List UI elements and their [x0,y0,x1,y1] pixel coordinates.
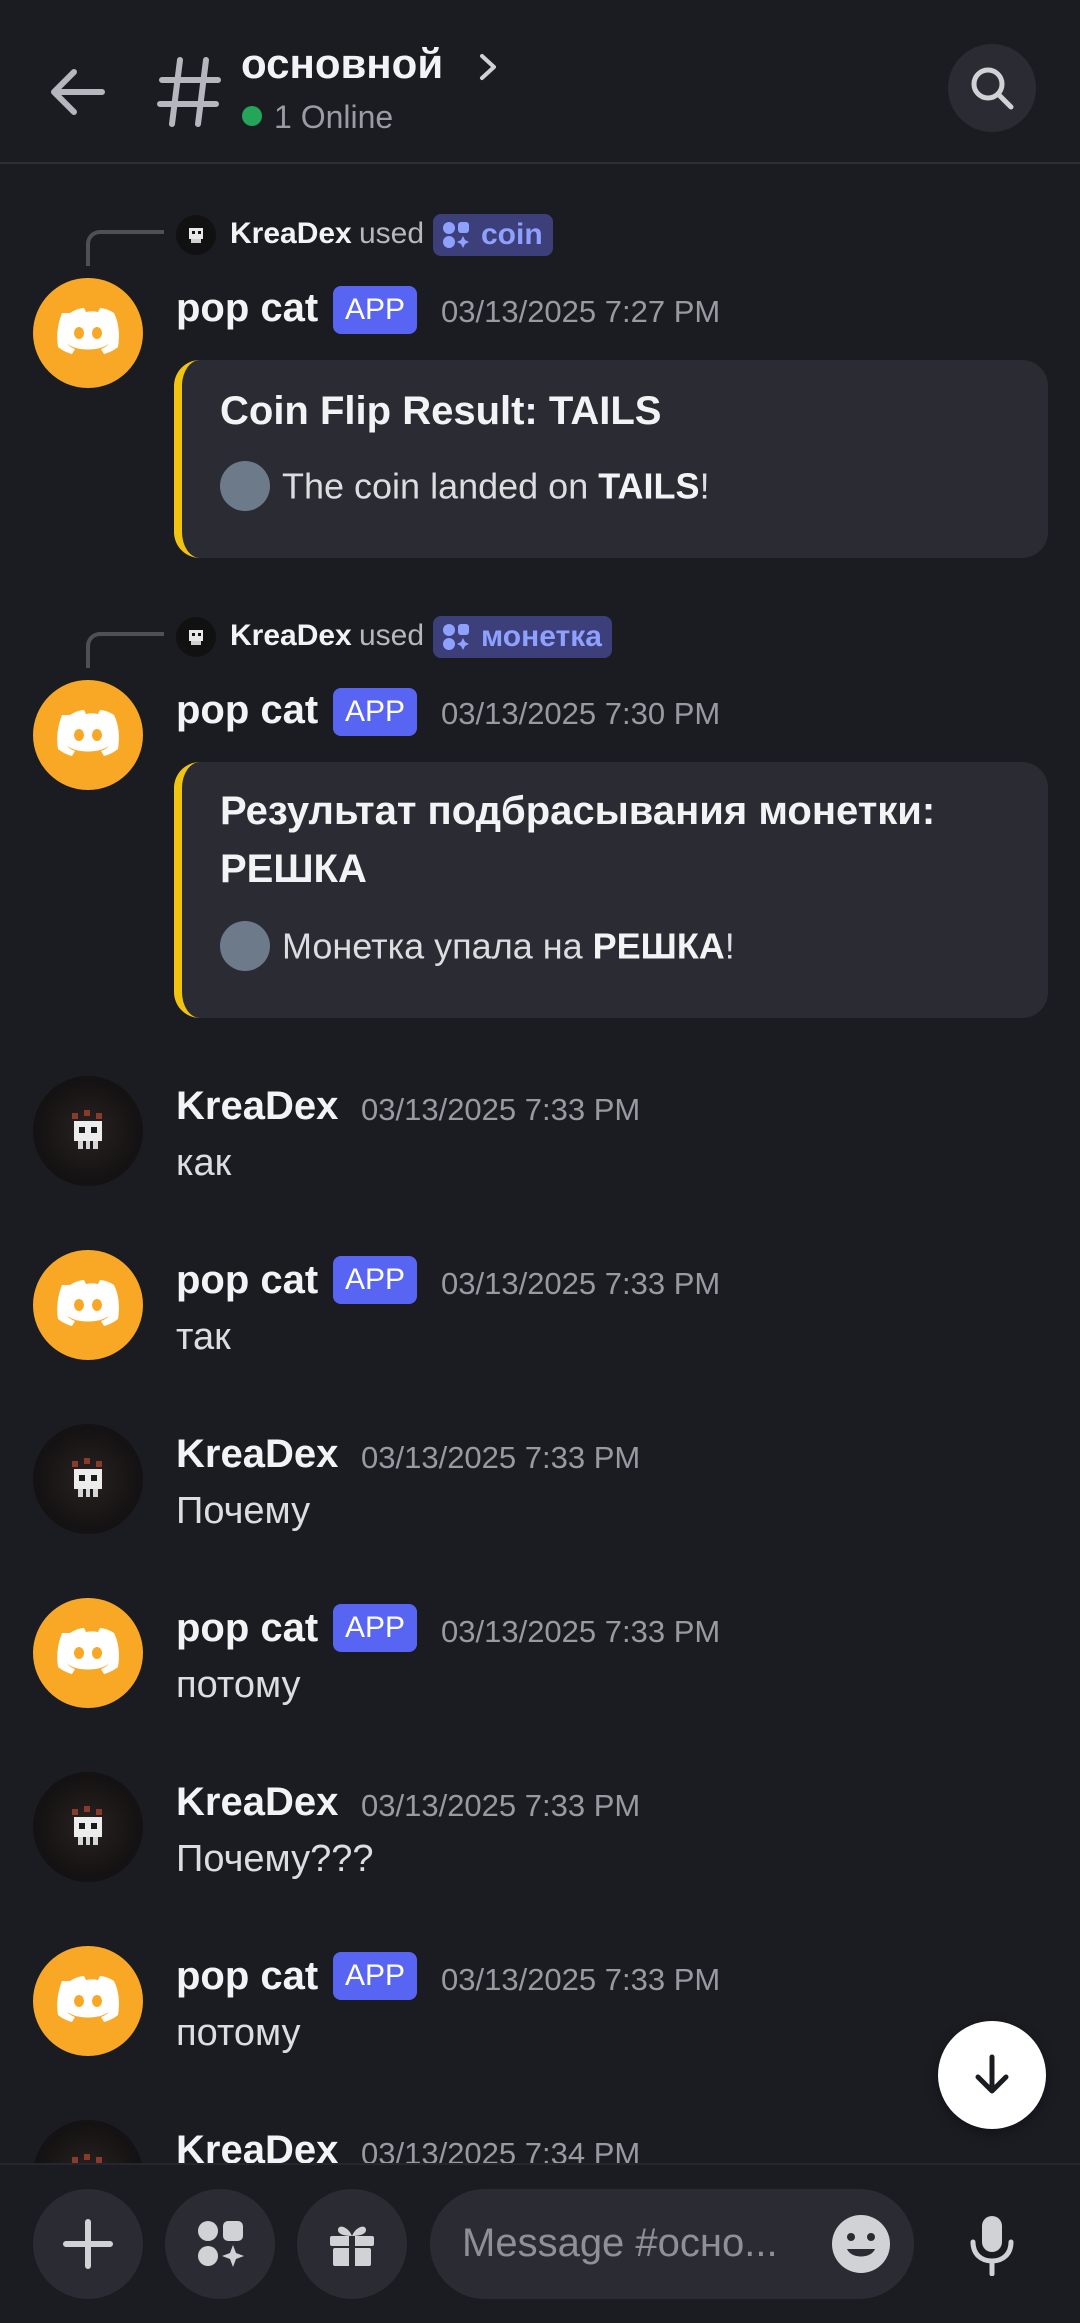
bot-avatar[interactable] [33,278,143,388]
app-badge: APP [333,1604,418,1652]
chevron-right-icon[interactable] [476,50,500,84]
plus-icon [63,2219,113,2269]
discord-logo-icon [57,1976,119,2022]
timestamp: 03/13/2025 7:33 PM [441,1266,721,1301]
neutral-face-icon [220,461,270,511]
bot-avatar[interactable] [33,1598,143,1708]
discord-logo-icon [57,308,119,354]
timestamp: 03/13/2025 7:33 PM [361,1440,641,1475]
app-badge: APP [333,1952,418,2000]
online-count: 1 Online [274,99,394,135]
message-text: так [176,1316,231,1358]
jump-to-latest-button[interactable] [938,2021,1046,2129]
message-input[interactable]: Message #осно... [430,2189,914,2299]
search-icon [971,67,1014,110]
search-button[interactable] [948,44,1036,132]
timestamp: 03/13/2025 7:30 PM [441,696,721,731]
message-author[interactable]: KreaDex [176,1780,338,1825]
message-text: Почему [176,1490,311,1532]
reply-connector [86,632,164,668]
discord-logo-icon [57,1628,119,1674]
back-arrow-icon[interactable] [44,58,112,126]
online-status-dot [242,106,262,126]
hash-icon [157,57,221,127]
used-label: used [359,619,425,652]
attach-button[interactable] [33,2189,143,2299]
embed-description: The coin landed on TAILS! [220,461,710,514]
user-mini-avatar[interactable] [176,215,216,255]
apps-icon [198,2221,244,2267]
apps-icon [443,222,469,248]
app-badge: APP [333,688,418,736]
channel-name[interactable]: основной [241,40,443,88]
microphone-icon[interactable] [967,2214,1017,2276]
gift-button[interactable] [297,2189,407,2299]
message-text: потому [176,2012,301,2054]
message-author[interactable]: pop cat [176,1606,318,1651]
message-author[interactable]: KreaDex [176,1432,338,1477]
discord-logo-icon [57,1280,119,1326]
timestamp: 03/13/2025 7:33 PM [361,1092,641,1127]
bot-avatar[interactable] [33,1946,143,2056]
message-author[interactable]: pop cat [176,286,318,331]
command-pill[interactable]: coin [433,214,553,256]
message-author[interactable]: KreaDex [176,1084,338,1129]
embed-card: Результат подбрасывания монетки: РЕШКА М… [174,762,1048,1018]
timestamp: 03/13/2025 7:33 PM [441,1962,721,1997]
command-user[interactable]: KreaDex [230,217,352,251]
pixel-skull-icon [72,1806,102,1845]
embed-title-line-1: Результат подбрасывания монетки: [220,789,936,833]
embed-description: Монетка упала на РЕШКА! [220,921,735,974]
neutral-face-icon [220,921,270,971]
user-avatar[interactable] [33,1076,143,1186]
message-author[interactable]: pop cat [176,1954,318,1999]
embed-card: Coin Flip Result: TAILS The coin landed … [174,360,1048,558]
message-author[interactable]: pop cat [176,688,318,733]
timestamp: 03/13/2025 7:33 PM [441,1614,721,1649]
emoji-icon[interactable] [830,2213,892,2275]
command-name: coin [481,218,543,251]
timestamp: 03/13/2025 7:33 PM [361,1788,641,1823]
used-label: used [359,217,425,250]
message-text: потому [176,1664,301,1706]
command-user[interactable]: KreaDex [230,619,352,653]
message-text: Почему??? [176,1838,374,1880]
app-badge: APP [333,286,418,334]
message-author[interactable]: pop cat [176,1258,318,1303]
bot-avatar[interactable] [33,680,143,790]
user-avatar[interactable] [33,1772,143,1882]
message-text: как [176,1142,232,1184]
command-name: монетка [481,620,602,653]
apps-icon [443,624,469,650]
pixel-skull-icon [72,1458,102,1497]
message-input-placeholder: Message #осно... [462,2221,778,2265]
arrow-down-icon [975,2054,1009,2094]
embed-title: Coin Flip Result: TAILS [220,389,662,433]
pixel-skull-icon [72,1110,102,1149]
reply-connector [86,230,164,266]
gift-icon [330,2226,374,2266]
timestamp: 03/13/2025 7:27 PM [441,294,721,329]
apps-button[interactable] [165,2189,275,2299]
user-avatar[interactable] [33,1424,143,1534]
bot-avatar[interactable] [33,1250,143,1360]
discord-logo-icon [57,710,119,756]
command-pill[interactable]: монетка [433,616,612,658]
embed-title-line-2: РЕШКА [220,847,367,891]
user-mini-avatar[interactable] [176,617,216,657]
app-badge: APP [333,1256,418,1304]
